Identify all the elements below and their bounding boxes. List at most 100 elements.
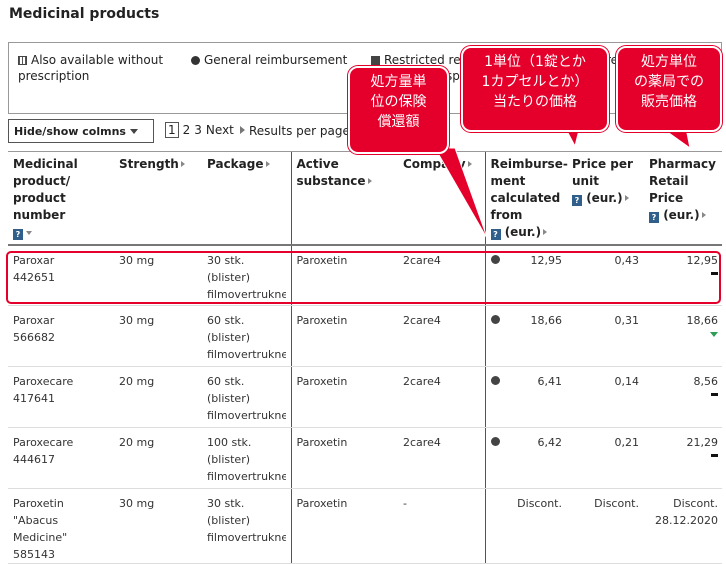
package-type: (blister): [207, 392, 251, 405]
callout-unit-line-3: 当たりの価格: [493, 94, 577, 110]
help-icon[interactable]: ?: [490, 229, 501, 240]
sort-icon[interactable]: [624, 195, 629, 201]
hide-show-columns-dropdown[interactable]: Hide/show colmns: [8, 119, 154, 143]
product-name-line-2: Medicine": [13, 531, 68, 544]
package-qty: 60 stk.: [207, 314, 245, 327]
next-page-link[interactable]: Next: [206, 123, 249, 137]
cell-product[interactable]: Paroxecare 444617: [8, 427, 114, 489]
table-row[interactable]: Paroxecare 417641 20 mg 60 stk. (blister) f…: [8, 366, 722, 428]
col-reimb-line-2: ment: [490, 174, 526, 188]
help-icon[interactable]: ?: [13, 229, 23, 240]
cell-product[interactable]: Paroxar 566682: [8, 305, 114, 367]
legend-general-text: General reimbursement: [204, 53, 348, 67]
col-header-product[interactable]: Medicinal product/ product number ?: [8, 151, 114, 246]
price-unchanged-icon: [711, 454, 718, 457]
hide-show-label: Hide/show colmns: [14, 125, 126, 138]
retail-value: Discont.: [673, 497, 718, 510]
cell-product[interactable]: Paroxetin "Abacus Medicine" 585143: [8, 488, 114, 564]
callout-reimbursement-note: 処方量単 位の保険 償還額: [348, 66, 449, 154]
callout-reimb-line-1: 処方量単: [370, 74, 427, 90]
cell-active-substance: Paroxetin: [290, 427, 398, 489]
sort-descending-icon[interactable]: [26, 231, 32, 235]
table-row[interactable]: Paroxetin "Abacus Medicine" 585143 30 mg 3…: [8, 488, 722, 564]
callout-retail-line-1: 処方単位: [641, 54, 697, 70]
no-prescription-icon: [18, 56, 27, 65]
cell-retail-price: 12,95: [644, 244, 722, 306]
help-icon[interactable]: ?: [649, 212, 659, 223]
table-row[interactable]: Paroxecare 444617 20 mg 100 stk. (blister)…: [8, 427, 722, 489]
package-form: filmovertrukne: [207, 409, 286, 422]
results-per-page-label: Results per page: [249, 124, 350, 138]
cell-reimbursement: 6,41: [484, 366, 567, 428]
cell-company: 2care4: [398, 366, 485, 428]
sort-icon[interactable]: [543, 229, 548, 235]
col-reimb-line-3: calculated: [490, 191, 561, 205]
products-table: Medicinal product/ product number ? Stre…: [8, 151, 722, 564]
cell-product[interactable]: Paroxecare 417641: [8, 366, 114, 428]
table-header-row: Medicinal product/ product number ? Stre…: [8, 151, 722, 246]
col-product-line-2: product/: [13, 174, 71, 188]
product-name: Paroxecare: [13, 436, 74, 449]
sort-icon[interactable]: [180, 161, 185, 167]
cell-product[interactable]: Paroxar 442651: [8, 244, 114, 306]
product-number: 442651: [13, 270, 55, 284]
callout-unit-line-2: 1カプセルとか）: [481, 74, 589, 90]
cell-package: 100 stk. (blister) filmovertrukne: [202, 427, 291, 489]
col-reimb-line-4: from: [490, 208, 523, 222]
sort-icon[interactable]: [265, 161, 270, 167]
help-icon[interactable]: ?: [572, 195, 582, 206]
cell-retail-price: 18,66: [644, 305, 722, 367]
cell-reimbursement: 12,95: [484, 244, 567, 306]
general-reimbursement-icon: [490, 315, 500, 324]
next-label: Next: [205, 123, 234, 137]
col-strength-label: Strength: [119, 157, 179, 171]
cell-price-per-unit: 0,14: [567, 366, 644, 428]
reimb-value: 12,95: [530, 253, 563, 267]
col-header-retail-price[interactable]: Pharmacy Retail Price ? (eur.): [644, 151, 722, 246]
legend-no-rx-text-2: prescription: [18, 69, 90, 83]
cell-strength: 30 mg: [114, 244, 202, 306]
col-header-active-substance[interactable]: Active substance: [290, 151, 398, 246]
sort-icon[interactable]: [467, 161, 472, 167]
general-reimbursement-icon: [191, 56, 200, 65]
cell-price-per-unit: Discont.: [567, 488, 644, 564]
price-decreased-icon: [710, 332, 718, 337]
legend-general-reimbursement: General reimbursement: [191, 52, 347, 68]
table-row[interactable]: Paroxar 442651 30 mg 30 stk. (blister) film…: [8, 244, 722, 306]
package-qty: 30 stk.: [207, 253, 245, 267]
col-package-label: Package: [207, 157, 264, 171]
sort-icon[interactable]: [367, 178, 372, 184]
callout-reimb-line-2: 位の保険: [370, 94, 427, 110]
product-number: 417641: [13, 392, 55, 405]
col-ppu-line-1: Price per: [572, 157, 633, 171]
col-header-package[interactable]: Package: [202, 151, 291, 246]
col-header-company[interactable]: Company: [398, 151, 485, 246]
col-product-line-1: Medicinal: [13, 157, 78, 171]
retail-value: 8,56: [693, 375, 719, 388]
retail-value: 21,29: [686, 436, 719, 449]
callout-retail-price-note: 処方単位 の薬局での 販売価格: [616, 46, 722, 132]
package-form: filmovertrukne: [207, 287, 286, 301]
product-name: Paroxar: [13, 314, 55, 327]
cell-reimbursement: 18,66: [484, 305, 567, 367]
col-header-reimbursement[interactable]: Reimburse- ment calculated from ? (eur.): [484, 151, 568, 246]
page-2-link[interactable]: 2: [183, 123, 191, 137]
reimb-value: 6,42: [537, 436, 563, 449]
table-row[interactable]: Paroxar 566682 30 mg 60 stk. (blister) film…: [8, 305, 722, 367]
package-form: filmovertrukne: [207, 470, 286, 483]
next-arrow-icon: [239, 126, 245, 134]
restricted-reimbursement-icon: [371, 56, 380, 65]
cell-active-substance: Paroxetin: [290, 366, 398, 428]
page-3-link[interactable]: 3: [194, 123, 202, 137]
package-type: (blister): [207, 270, 251, 284]
cell-company: 2care4: [398, 305, 485, 367]
col-ppu-line-2: unit: [572, 174, 599, 188]
col-reimb-unit: (eur.): [504, 225, 542, 239]
page-1-link[interactable]: 1: [165, 122, 179, 138]
sort-icon[interactable]: [701, 212, 706, 218]
col-header-strength[interactable]: Strength: [114, 151, 202, 246]
col-product-line-3: product: [13, 191, 66, 205]
col-header-price-per-unit[interactable]: Price per unit ? (eur.): [567, 151, 644, 246]
callout-retail-line-2: の薬局での: [634, 74, 704, 90]
product-number: 566682: [13, 331, 55, 344]
